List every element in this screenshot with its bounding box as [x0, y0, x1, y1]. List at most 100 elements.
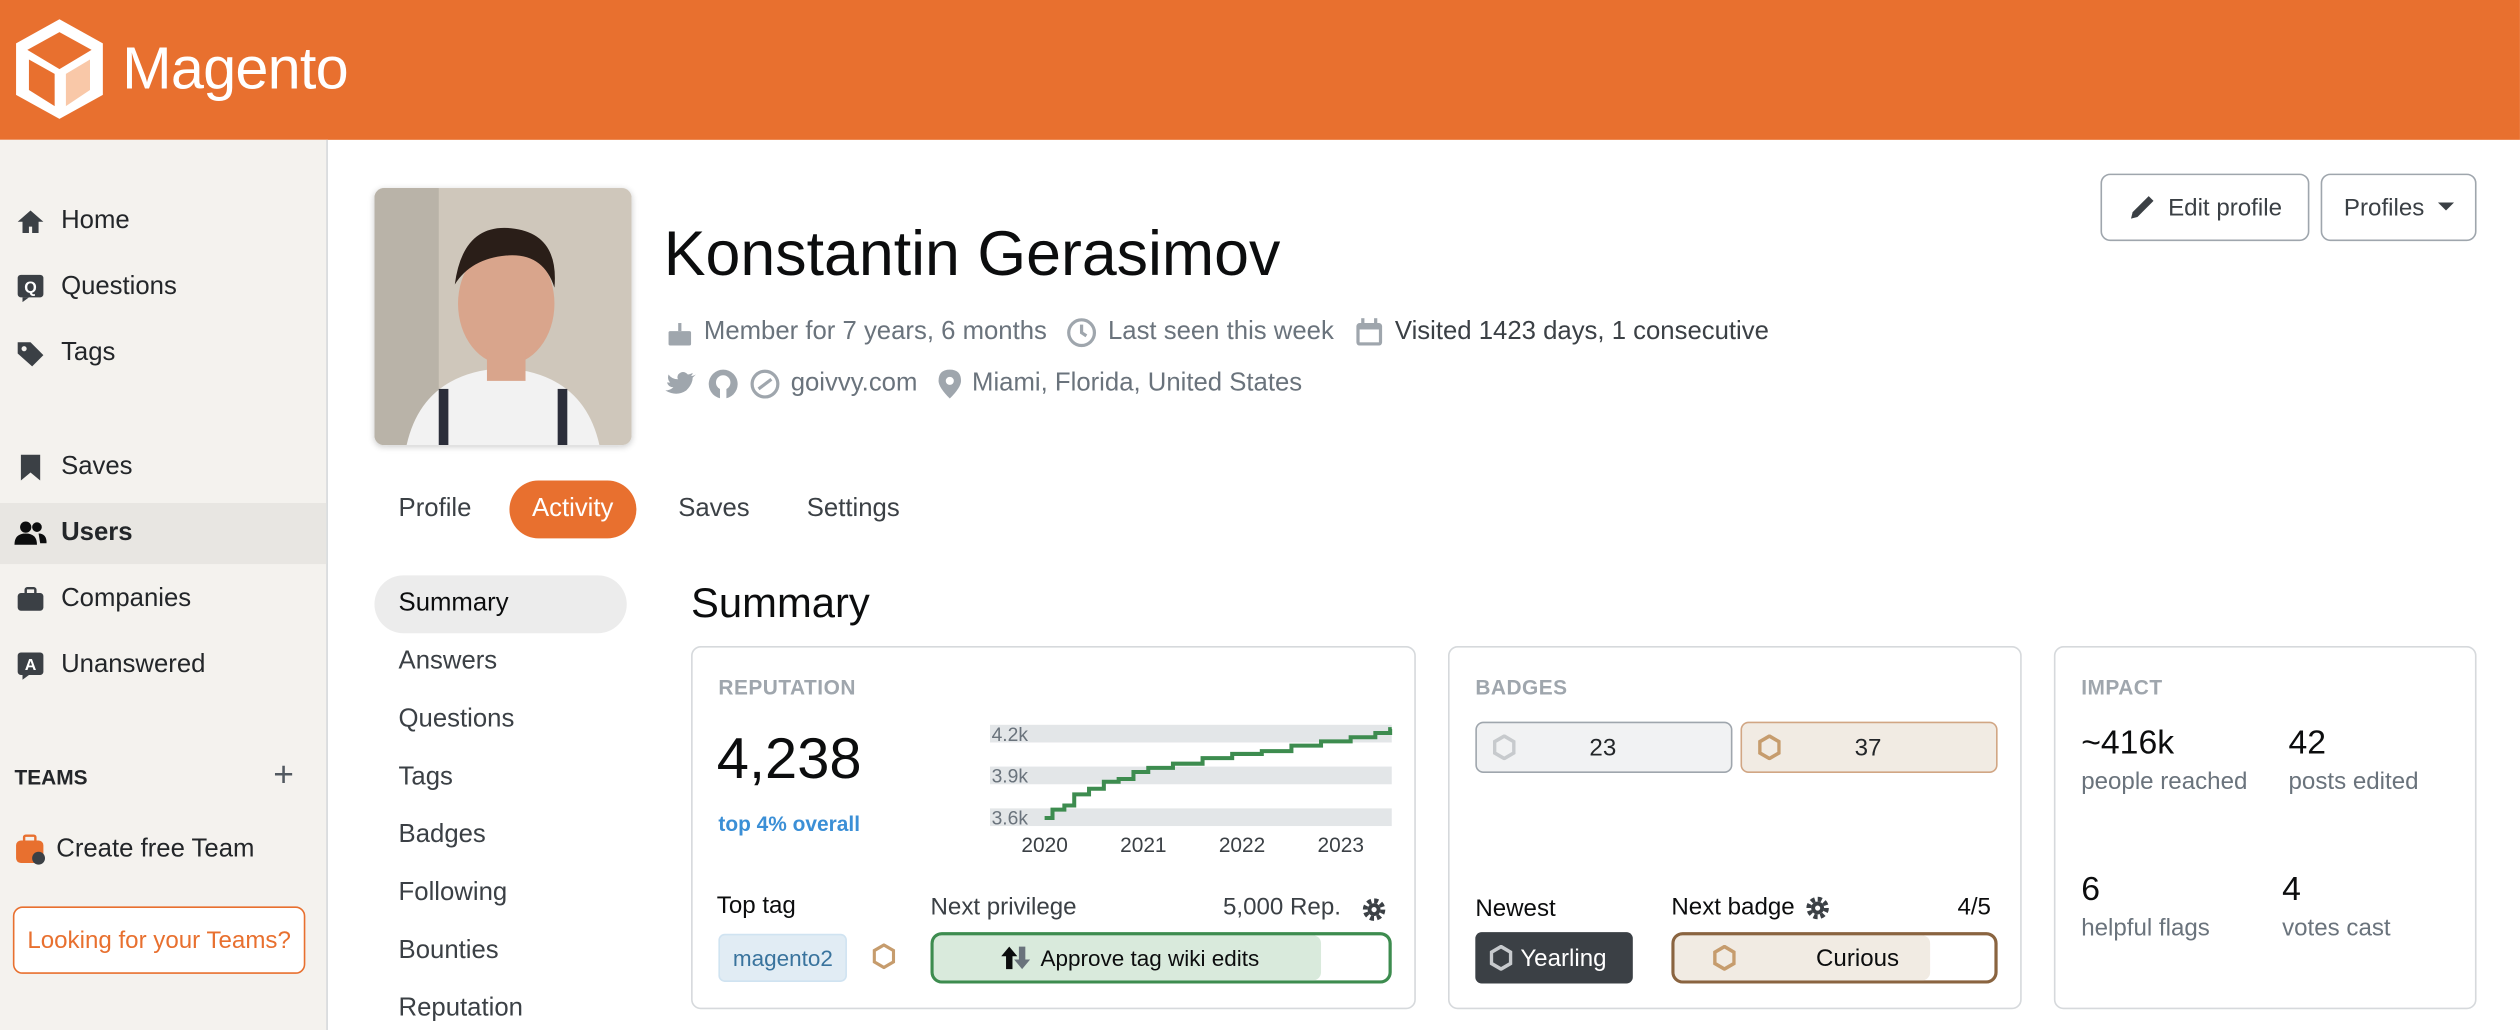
badges-title: BADGES [1475, 674, 1568, 700]
sidebar-item-unanswered[interactable]: A Unanswered [0, 635, 326, 696]
subnav-following[interactable]: Following [374, 865, 626, 923]
sidebar-item-saves[interactable]: Saves [0, 437, 326, 498]
bronze-badges[interactable]: 37 [1740, 721, 1998, 774]
vote-arrows-icon [1001, 946, 1031, 970]
caret-down-icon [2437, 202, 2454, 211]
sidebar-item-label: Saves [61, 453, 133, 481]
impact-stat: ~416k people reached [2081, 725, 2247, 796]
tab-settings[interactable]: Settings [784, 481, 922, 539]
silver-count: 23 [1589, 734, 1617, 762]
profiles-dropdown[interactable]: Profiles [2320, 173, 2477, 242]
user-name: Konstantin Gerasimov [663, 220, 1281, 290]
tab-saves[interactable]: Saves [656, 481, 772, 539]
visited-days: Visited 1423 days, 1 consecutive [1394, 318, 1769, 346]
bronze-count: 37 [1854, 734, 1882, 762]
link-icon [750, 369, 780, 399]
create-team-label: Create free Team [56, 835, 255, 864]
pencil-icon [2131, 196, 2154, 219]
sidebar-item-companies[interactable]: Companies [0, 569, 326, 630]
last-seen: Last seen this week [1107, 318, 1334, 346]
subnav-badges[interactable]: Badges [374, 807, 626, 865]
looking-for-teams-button[interactable]: Looking for your Teams? [12, 906, 306, 974]
profile-links-row: goivvy.com Miami, Florida, United States [665, 368, 1302, 400]
add-team-icon[interactable]: + [273, 754, 294, 796]
reputation-chart: 3.6k 3.9k 4.2k 2020 2021 2022 2023 [989, 724, 1393, 857]
create-team-link[interactable]: Create free Team [14, 834, 254, 866]
impact-stat: 4 votes cast [2282, 871, 2391, 942]
brand-name: Magento [122, 35, 349, 102]
bronze-badge-icon [1713, 944, 1736, 971]
subnav-bounties[interactable]: Bounties [374, 922, 626, 980]
sidebar-item-label: Unanswered [61, 650, 206, 679]
sidebar-item-label: Users [61, 519, 133, 547]
profiles-label: Profiles [2343, 193, 2425, 221]
svg-text:Q: Q [24, 278, 37, 296]
stat-label: helpful flags [2081, 914, 2210, 942]
cake-icon [668, 323, 692, 346]
y-tick-label: 4.2k [992, 725, 1029, 746]
unanswered-icon: A [14, 651, 46, 680]
github-icon[interactable] [707, 368, 739, 400]
member-for: Member for 7 years, 6 months [703, 318, 1047, 346]
questions-icon: Q [14, 273, 46, 303]
sidebar-item-label: Home [61, 207, 130, 235]
gear-icon[interactable] [1804, 894, 1830, 920]
stat-value: 42 [2288, 724, 2327, 762]
impact-stat: 42 posts edited [2289, 725, 2419, 796]
subnav-summary[interactable]: Summary [374, 575, 627, 634]
y-tick-label: 3.9k [992, 767, 1029, 788]
edit-profile-label: Edit profile [2168, 193, 2282, 221]
bronze-badge-icon [872, 943, 896, 970]
magento-logo[interactable]: Magento [13, 16, 349, 122]
tag-icon [14, 339, 46, 368]
sidebar-item-tags[interactable]: Tags [0, 323, 326, 384]
impact-title: IMPACT [2081, 674, 2163, 700]
clock-icon [1067, 318, 1097, 348]
bronze-badge-icon [1758, 734, 1781, 761]
next-privilege-rep: 5,000 Rep. [1223, 893, 1341, 921]
sidebar-item-home[interactable]: Home [0, 191, 326, 252]
sidebar-item-questions[interactable]: Q Questions [0, 257, 326, 318]
website-link[interactable]: goivvy.com [791, 370, 918, 399]
subnav-answers[interactable]: Answers [374, 633, 626, 691]
calendar-icon [1356, 318, 1383, 346]
newest-label: Newest [1475, 895, 1556, 923]
reputation-rank[interactable]: top 4% overall [718, 812, 860, 836]
next-privilege-progress[interactable]: Approve tag wiki edits [930, 932, 1392, 984]
stat-value: 6 [2081, 871, 2100, 909]
edit-profile-button[interactable]: Edit profile [2100, 173, 2310, 242]
reputation-value: 4,238 [716, 724, 862, 791]
gear-icon[interactable] [1361, 897, 1387, 923]
silver-badges[interactable]: 23 [1475, 721, 1733, 774]
x-tick-label: 2022 [1219, 834, 1265, 857]
sidebar-item-label: Questions [61, 273, 177, 301]
sidebar-item-users[interactable]: Users [0, 503, 327, 565]
top-tag[interactable]: magento2 [718, 933, 848, 982]
badges-card: BADGES 23 37 Newest Yearling Next badge … [1447, 646, 2022, 1010]
top-bar: Magento [0, 0, 2520, 140]
tab-activity[interactable]: Activity [509, 480, 636, 539]
next-badge-name: Curious [1816, 944, 1900, 973]
location-pin-icon [938, 369, 961, 399]
next-badge-progress[interactable]: Curious [1671, 932, 1998, 984]
next-badge-header: Next badge [1671, 894, 1830, 921]
summary-heading: Summary [691, 578, 870, 627]
subnav-questions[interactable]: Questions [374, 691, 626, 749]
grid-band [989, 766, 1392, 785]
tab-profile[interactable]: Profile [376, 481, 494, 539]
next-badge-label: Next badge [1671, 893, 1795, 921]
avatar [374, 188, 632, 446]
sidebar: Home Q Questions Tags Saves Users Compani… [0, 139, 328, 1030]
newest-badge[interactable]: Yearling [1475, 932, 1633, 984]
subnav-tags[interactable]: Tags [374, 749, 626, 807]
twitter-icon[interactable] [665, 370, 697, 399]
briefcase-icon [14, 586, 46, 613]
next-privilege-label: Next privilege [930, 893, 1077, 921]
home-icon [14, 209, 46, 235]
bookmark-icon [14, 453, 46, 482]
stat-label: votes cast [2282, 914, 2391, 942]
impact-card: IMPACT ~416k people reached 42 posts edite… [2053, 646, 2477, 1010]
subnav-reputation[interactable]: Reputation [374, 980, 626, 1030]
next-privilege-name: Approve tag wiki edits [1040, 944, 1260, 971]
x-tick-label: 2020 [1021, 834, 1067, 857]
